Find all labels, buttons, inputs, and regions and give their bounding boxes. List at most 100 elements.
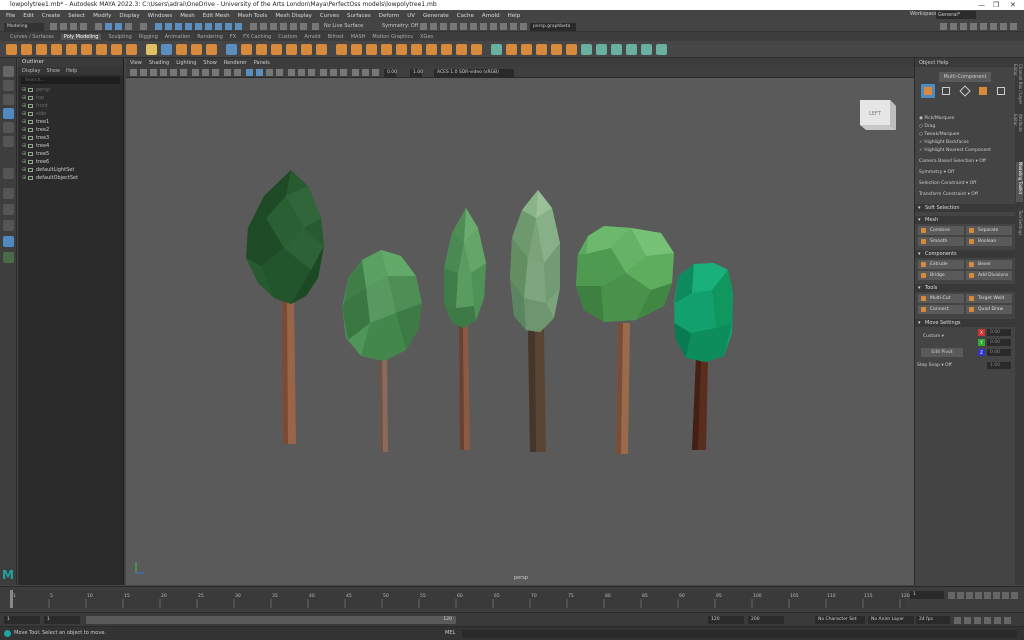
shelf-tool-5-icon[interactable] xyxy=(66,44,77,55)
shelf-tab-fx[interactable]: FX xyxy=(230,34,236,40)
playback-controls[interactable] xyxy=(948,591,1020,600)
shelf-tool-8-icon[interactable] xyxy=(111,44,122,55)
shelf-tool-40-icon[interactable] xyxy=(611,44,622,55)
shelf-tool-1-icon[interactable] xyxy=(6,44,17,55)
menu-select[interactable]: Select xyxy=(68,13,85,19)
viewport-menu-show[interactable]: Show xyxy=(203,60,217,66)
outliner-item[interactable]: ⊞ defaultObjectSet xyxy=(18,174,123,182)
tree1-mesh[interactable] xyxy=(246,170,324,444)
option-pick-marquee[interactable]: ◉ Pick/Marquee xyxy=(919,116,954,121)
tab-modeling-toolkit[interactable]: Modeling Toolkit xyxy=(1016,162,1023,202)
mesh-section[interactable]: Mesh xyxy=(915,216,1016,224)
expand-icon[interactable]: ⊞ xyxy=(22,174,26,182)
shelf-tool-20-icon[interactable] xyxy=(301,44,312,55)
expand-icon[interactable]: ⊞ xyxy=(22,150,26,158)
outliner-item[interactable]: ⊞ tree3 xyxy=(18,134,123,142)
time-slider-track[interactable]: 1 5 10 15 20 25 30 35 40 45 50 55 60 65 70 75 80 85 90 95 10… xyxy=(0,587,1024,613)
single-view-icon[interactable] xyxy=(3,188,14,199)
menu-mesh-display[interactable]: Mesh Display xyxy=(275,13,312,19)
outliner-item[interactable]: ⊞ side xyxy=(18,110,123,118)
z-value-field[interactable]: 0.00 xyxy=(987,349,1011,356)
playback-end-field[interactable]: 120 xyxy=(708,616,744,624)
extrude-button[interactable]: Extrude xyxy=(918,260,964,269)
shelf-tool-29-icon[interactable] xyxy=(441,44,452,55)
shelf-tool-42-icon[interactable] xyxy=(641,44,652,55)
move-tool-icon[interactable] xyxy=(3,108,14,119)
expand-icon[interactable]: ⊞ xyxy=(22,102,26,110)
menu-file[interactable]: File xyxy=(6,13,15,19)
menu-deform[interactable]: Deform xyxy=(379,13,399,19)
scale-tool-icon[interactable] xyxy=(3,136,14,147)
soft-selection-section[interactable]: Soft Selection xyxy=(915,204,1016,212)
panel-toggle-icons[interactable] xyxy=(940,22,1020,31)
outliner-search-input[interactable]: Search... xyxy=(21,77,120,84)
3d-viewport[interactable]: LEFT persp xyxy=(126,78,914,585)
render-icons[interactable] xyxy=(420,22,530,31)
expand-icon[interactable]: ⊞ xyxy=(22,166,26,174)
menu-generate[interactable]: Generate xyxy=(423,13,449,19)
shelf-tool-6-icon[interactable] xyxy=(81,44,92,55)
shelf-tab-fx-caching[interactable]: FX Caching xyxy=(243,34,271,40)
quad-draw-button[interactable]: Quad Draw xyxy=(966,305,1012,314)
four-view-icon[interactable] xyxy=(3,204,14,215)
mel-label[interactable]: MEL xyxy=(445,630,455,636)
face-mode-icon[interactable] xyxy=(979,87,987,95)
search-icon[interactable] xyxy=(3,252,14,263)
shelf-tab-custom[interactable]: Custom xyxy=(278,34,297,40)
mtk-menu-object[interactable]: Object xyxy=(919,60,935,66)
viewport-menu-view[interactable]: View xyxy=(130,60,142,66)
multi-component-button[interactable]: Multi-Component xyxy=(939,72,991,82)
option-tweak-marquee[interactable]: ○ Tweak/Marquee xyxy=(919,132,959,137)
bridge-button[interactable]: Bridge xyxy=(918,271,964,280)
shelf-tool-10-icon[interactable] xyxy=(146,44,157,55)
expand-icon[interactable]: ⊞ xyxy=(22,134,26,142)
expand-icon[interactable]: ⊞ xyxy=(22,158,26,166)
outliner-item[interactable]: ⊞ top xyxy=(18,94,123,102)
close-icon[interactable]: ✕ xyxy=(1010,0,1016,10)
shelf-tool-34-icon[interactable] xyxy=(521,44,532,55)
shelf-tool-16-icon[interactable] xyxy=(241,44,252,55)
last-tool-icon[interactable] xyxy=(3,168,14,179)
menu-modify[interactable]: Modify xyxy=(93,13,111,19)
viewport-menu-shading[interactable]: Shading xyxy=(149,60,169,66)
character-set-select[interactable]: No Character Set xyxy=(815,616,865,624)
shelf-tool-23-icon[interactable] xyxy=(351,44,362,55)
menu-cache[interactable]: Cache xyxy=(457,13,474,19)
outliner-menu-help[interactable]: Help xyxy=(66,68,77,74)
x-value-field[interactable]: 0.00 xyxy=(987,329,1011,336)
outliner-item[interactable]: ⊞ persp xyxy=(18,86,123,94)
menu-uv[interactable]: UV xyxy=(407,13,415,19)
shelf-tab-motion-graphics[interactable]: Motion Graphics xyxy=(372,34,413,40)
viewport-menu-panels[interactable]: Panels xyxy=(254,60,270,66)
fps-select[interactable]: 24 fps xyxy=(916,616,950,624)
option-highlight-backfaces[interactable]: ✓ Highlight Backfaces xyxy=(919,140,969,145)
anim-layer-select[interactable]: No Anim Layer xyxy=(868,616,914,624)
shelf-tool-33-icon[interactable] xyxy=(506,44,517,55)
shelf-tab-rendering[interactable]: Rendering xyxy=(197,34,223,40)
tab-attribute-editor[interactable]: Attribute Editor xyxy=(1013,114,1023,144)
smooth-button[interactable]: Smooth xyxy=(918,237,964,246)
shelf-tab-poly-modeling[interactable]: Poly Modeling xyxy=(60,33,102,40)
shelf-tool-27-icon[interactable] xyxy=(411,44,422,55)
outliner-item[interactable]: ⊞ tree5 xyxy=(18,150,123,158)
transform-constraint[interactable]: Transform Constraint ▾ Off xyxy=(919,192,978,197)
shelf-tool-35-icon[interactable] xyxy=(536,44,547,55)
tools-section[interactable]: Tools xyxy=(915,284,1016,292)
outliner-item[interactable]: ⊞ tree2 xyxy=(18,126,123,134)
shelf-tool-43-icon[interactable] xyxy=(656,44,667,55)
outliner-item[interactable]: ⊞ defaultLightSet xyxy=(18,166,123,174)
menu-edit-mesh[interactable]: Edit Mesh xyxy=(203,13,230,19)
mode-select[interactable]: Modeling xyxy=(4,22,44,31)
shelf-tool-13-icon[interactable] xyxy=(191,44,202,55)
shelf-tool-9-icon[interactable] xyxy=(126,44,137,55)
shelf-tool-7-icon[interactable] xyxy=(96,44,107,55)
menu-display[interactable]: Display xyxy=(119,13,139,19)
move-axis-select[interactable]: Custom ▾ xyxy=(923,334,944,339)
gamma-field[interactable]: 1.00 xyxy=(410,68,423,77)
menu-surfaces[interactable]: Surfaces xyxy=(347,13,371,19)
outliner-item[interactable]: ⊞ front xyxy=(18,102,123,110)
shelf-tool-30-icon[interactable] xyxy=(456,44,467,55)
mel-command-input[interactable] xyxy=(462,630,1017,638)
object-mode-icon[interactable] xyxy=(921,84,935,98)
option-drag[interactable]: ○ Drag xyxy=(919,124,935,129)
